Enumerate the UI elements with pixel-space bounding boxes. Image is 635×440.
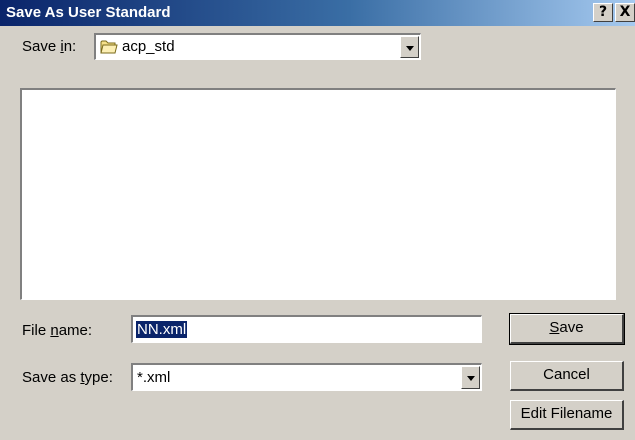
title-bar[interactable]: Save As User Standard ? X xyxy=(0,0,635,26)
save-as-type-value: *.xml xyxy=(137,369,171,386)
folder-icon xyxy=(100,39,118,58)
save-in-label: Save in: xyxy=(22,38,77,55)
window-title: Save As User Standard xyxy=(6,4,171,21)
save-in-dropdown[interactable]: acp_std xyxy=(94,33,421,60)
file-name-field[interactable]: NN.xml xyxy=(131,315,482,343)
save-in-dropdown-arrow[interactable] xyxy=(400,36,419,58)
edit-filename-button[interactable]: Edit Filename xyxy=(510,400,624,430)
file-name-value: NN.xml xyxy=(136,321,188,338)
close-button[interactable]: X xyxy=(615,3,635,22)
save-button[interactable]: Save xyxy=(509,313,625,345)
save-as-type-dropdown[interactable]: *.xml xyxy=(131,363,482,391)
cancel-button[interactable]: Cancel xyxy=(510,361,624,391)
save-in-value: acp_std xyxy=(122,38,175,55)
file-name-label: File name: xyxy=(22,322,93,339)
save-as-type-dropdown-arrow[interactable] xyxy=(461,366,480,389)
help-button[interactable]: ? xyxy=(593,3,613,22)
file-list[interactable] xyxy=(20,88,616,300)
save-as-type-label: Save as type: xyxy=(22,369,113,386)
